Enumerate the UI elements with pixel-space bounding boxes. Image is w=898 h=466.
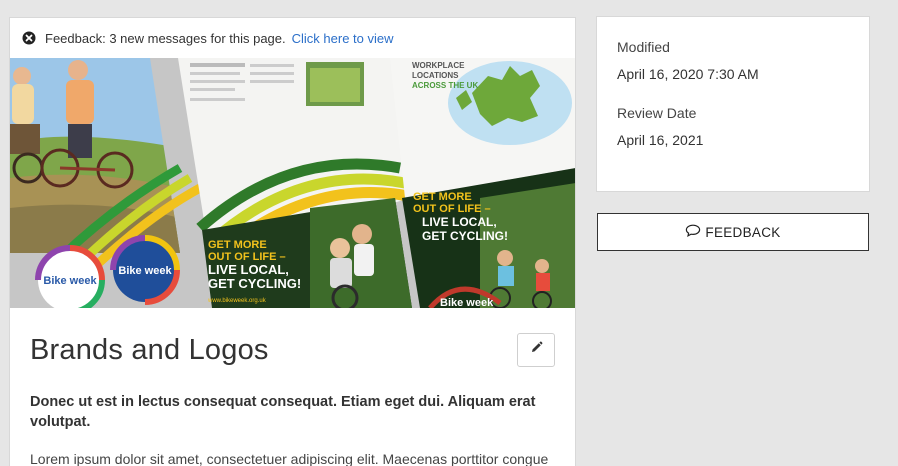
edit-button[interactable]: [517, 333, 555, 367]
speech-bubble-icon: [685, 224, 701, 240]
metadata-panel: Modified April 16, 2020 7:30 AM Review D…: [596, 16, 870, 192]
hero-illustration: WORKPLACE LOCATIONS ACROSS THE UK Bike w…: [10, 58, 575, 308]
lead-paragraph: Donec ut est in lectus consequat consequ…: [30, 394, 536, 430]
badge-text-2: Bike week: [118, 265, 172, 277]
modified-value: April 16, 2020 7:30 AM: [617, 66, 759, 82]
hero-image: WORKPLACE LOCATIONS ACROSS THE UK Bike w…: [10, 58, 575, 308]
flyer-1-url: www.bikeweek.org.uk: [207, 298, 267, 304]
review-date-value: April 16, 2021: [617, 132, 704, 148]
view-feedback-link[interactable]: Click here to view: [292, 31, 394, 46]
page-title: Brands and Logos: [30, 334, 269, 366]
review-date-label: Review Date: [617, 105, 697, 121]
flyer-2-line-1: GET MORE: [413, 191, 472, 203]
flyer-2-line-3: LIVE LOCAL,: [422, 215, 497, 229]
content-body: Brands and Logos Donec ut est in lectus …: [10, 308, 575, 466]
feedback-button-label: FEEDBACK: [705, 224, 781, 240]
body-paragraph: Lorem ipsum dolor sit amet, consectetuer…: [30, 451, 549, 466]
flyer-2-line-2: OUT OF LIFE –: [413, 203, 491, 215]
modified-label: Modified: [617, 39, 670, 55]
brochure-heading-2: LOCATIONS: [412, 71, 459, 80]
flyer-2-line-4: GET CYCLING!: [422, 229, 508, 243]
brochure-heading-3: ACROSS THE UK: [412, 81, 478, 90]
feedback-message: Feedback: 3 new messages for this page.: [45, 30, 286, 46]
flyer-1-line-1: GET MORE: [208, 239, 267, 251]
brochure-heading-1: WORKPLACE: [412, 61, 465, 70]
pencil-icon: [530, 341, 543, 359]
feedback-notification-bar: Feedback: 3 new messages for this page. …: [10, 18, 575, 58]
x-circle-icon[interactable]: [22, 31, 36, 45]
bike-week-badge-blue: Bike week: [110, 235, 180, 305]
flyer-1-line-3: LIVE LOCAL,: [208, 262, 289, 277]
bike-week-badge-white: Bike week: [35, 245, 105, 308]
content-card: Feedback: 3 new messages for this page. …: [9, 17, 576, 466]
flyer-1-line-4: GET CYCLING!: [208, 276, 301, 291]
feedback-button[interactable]: FEEDBACK: [597, 213, 869, 251]
badge-text-1: Bike week: [43, 275, 97, 287]
brochure-logo: Bike week: [440, 297, 494, 308]
